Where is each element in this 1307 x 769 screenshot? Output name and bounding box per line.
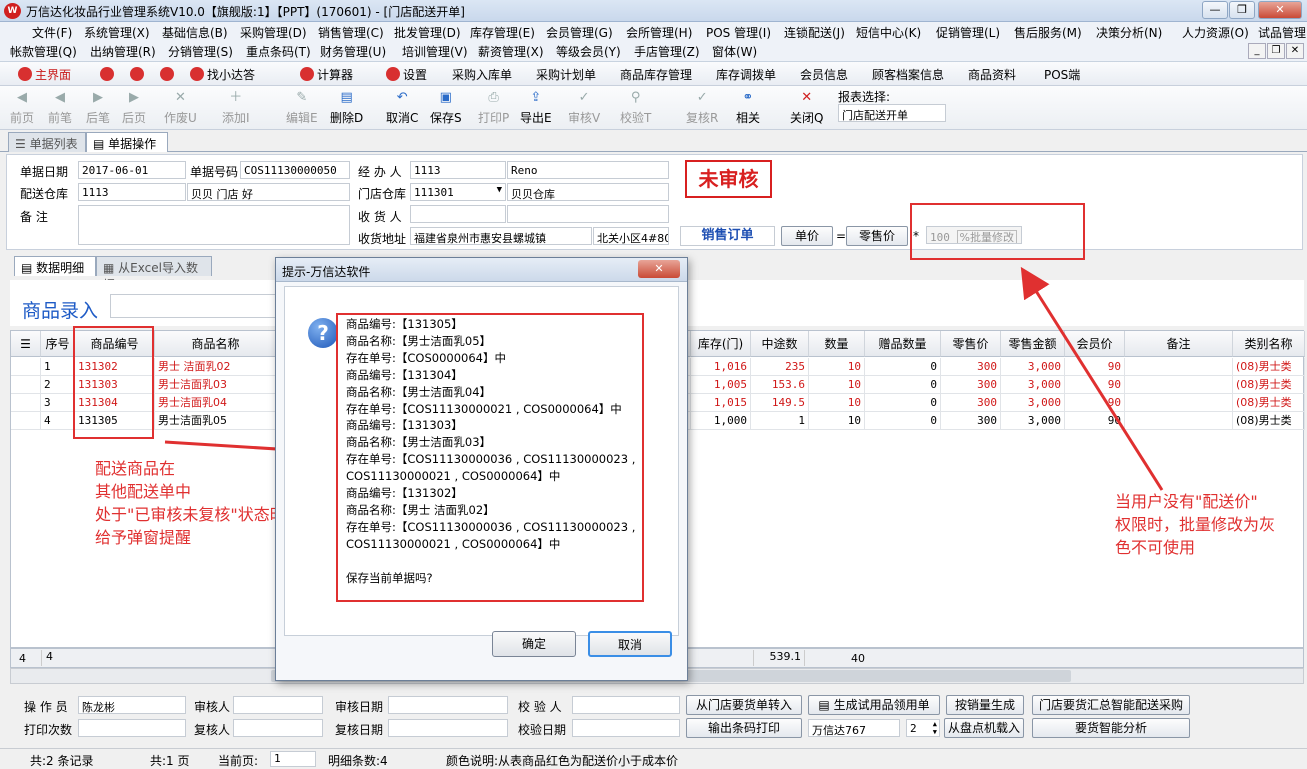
dialog-title: 提示-万信达软件 xyxy=(282,265,371,279)
confirm-dialog: 提示-万信达软件 ✕ ? 商品编号:【131305】 商品名称:【男士洁面乳05… xyxy=(275,257,688,681)
ok-button[interactable]: 确定 xyxy=(492,631,576,657)
cancel-button[interactable]: 取消 xyxy=(588,631,672,657)
highlight-box-message xyxy=(336,313,644,602)
dialog-title-bar: 提示-万信达软件 ✕ xyxy=(276,258,687,282)
question-icon: ? xyxy=(308,318,338,348)
dialog-close-button[interactable]: ✕ xyxy=(638,260,680,278)
arrow-right xyxy=(1020,266,1164,491)
